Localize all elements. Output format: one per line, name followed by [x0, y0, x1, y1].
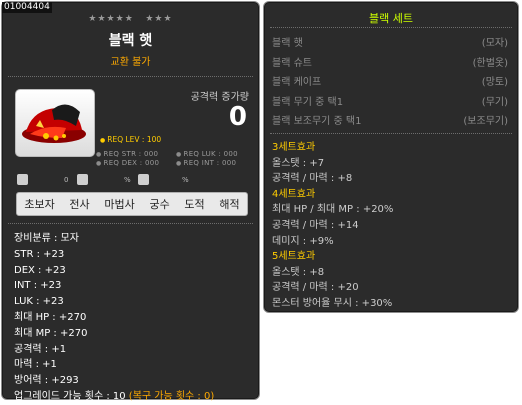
star-group-right: ★★★ — [145, 14, 173, 24]
stat-line: INT : +23 — [14, 280, 62, 292]
set-title: 블랙 세트 — [369, 12, 413, 25]
upgrade-count: 0 — [64, 176, 69, 184]
attack-increase-value: 0 — [228, 102, 247, 132]
req-level: ● REQ LEV : 100 — [100, 135, 162, 144]
set-item: 블랙 보조무기 중 택1 (보조무기) — [272, 116, 508, 127]
set-tooltip: 블랙 세트 블랙 햇 (모자) 블랙 슈트 (한벌옷) 블랙 케이프 (망토) 블랙 … — [263, 1, 519, 313]
set-item-list: 블랙 햇 (모자) 블랙 슈트 (한벌옷) 블랙 케이프 (망토) 블랙 무기 중 택… — [272, 34, 508, 132]
stat-line: 최대 HP : +270 — [14, 311, 87, 323]
potential-percent: % — [124, 176, 131, 184]
job-magician: 마법사 — [104, 198, 135, 211]
star-group-left: ★★★★★ — [88, 14, 134, 24]
set-effect-line: 공격력 / 마력 : +14 — [272, 219, 359, 231]
divider — [270, 133, 512, 134]
req-luk: ● REQ LUK : 000 — [176, 150, 238, 158]
req-int: ● REQ INT : 000 — [176, 159, 237, 167]
attack-increase-label: 공격력 증가량 — [190, 92, 249, 103]
stat-line: STR : +23 — [14, 248, 65, 260]
divider — [8, 223, 253, 224]
stat-line: 마력 : +1 — [14, 359, 57, 371]
set-item: 블랙 무기 중 택1 (무기) — [272, 96, 508, 108]
upgrade-line: 업그레이드 가능 횟수 : 10 (복구 가능 횟수 : 0) — [14, 390, 215, 402]
job-pirate: 해적 — [219, 198, 240, 211]
black-hat-icon — [22, 104, 86, 143]
item-tooltip: 01004404 ★★★★★ ★★★ 블랙 햇 교환 불가 공격력 증가량 0 … — [1, 1, 260, 402]
set-item: 블랙 슈트 (한벌옷) — [272, 57, 508, 69]
set-effect-header: 3세트효과 — [272, 142, 316, 153]
item-name: 블랙 햇 — [108, 33, 153, 49]
divider — [8, 76, 253, 77]
divider — [270, 27, 512, 28]
set-effect-line: 공격력 / 마력 : +20 — [272, 282, 359, 294]
restore-count: (복구 가능 횟수 : 0) — [128, 390, 215, 402]
job-warrior: 전사 — [69, 198, 90, 211]
item-id: 01004404 — [2, 2, 52, 13]
star-force-rating: ★★★★★ ★★★ — [2, 14, 259, 24]
job-beginner: 초보자 — [24, 198, 55, 211]
set-item: 블랙 햇 (모자) — [272, 38, 508, 49]
job-bowman: 궁수 — [149, 198, 170, 211]
job-thief: 도적 — [184, 198, 205, 211]
req-dex: ● REQ DEX : 000 — [96, 159, 160, 167]
stat-line: 장비분류 : 모자 — [14, 233, 79, 244]
set-effect-line: 올스탯 : +8 — [272, 266, 325, 278]
set-effect-line: 올스탯 : +7 — [272, 157, 325, 169]
stat-line: 공격력 : +1 — [14, 343, 67, 355]
item-icon-frame — [15, 89, 95, 157]
set-effect-line: 공격력 / 마력 : +8 — [272, 173, 353, 185]
enhance-percent: % — [182, 176, 189, 184]
stat-line: 방어력 : +293 — [14, 375, 79, 387]
trade-status: 교환 불가 — [110, 57, 151, 68]
set-effect-header: 4세트효과 — [272, 188, 316, 200]
set-effect-line: 최대 HP / 최대 MP : +20% — [272, 204, 394, 216]
set-effect-line: 몬스터 방어율 무시 : +30% — [272, 297, 393, 309]
set-effects: 3세트효과 올스탯 : +7 공격력 / 마력 : +8 4세트효과 최대 HP… — [272, 140, 393, 312]
set-effect-header: 5세트효과 — [272, 251, 316, 263]
potential-icon — [77, 174, 88, 185]
set-item: 블랙 케이프 (망토) — [272, 77, 508, 88]
stat-line: LUK : +23 — [14, 296, 64, 308]
upgrade-icon — [17, 174, 28, 185]
stat-line: DEX : +23 — [14, 264, 66, 276]
set-effect-line: 데미지 : +9% — [272, 235, 334, 247]
stat-line: 최대 MP : +270 — [14, 327, 88, 339]
req-str: ● REQ STR : 000 — [96, 150, 159, 158]
job-requirements: 초보자 전사 마법사 궁수 도적 해적 — [16, 192, 248, 216]
stat-list: 장비분류 : 모자 STR : +23 DEX : +23 INT : +23 … — [14, 231, 214, 405]
enhance-icon — [138, 174, 149, 185]
